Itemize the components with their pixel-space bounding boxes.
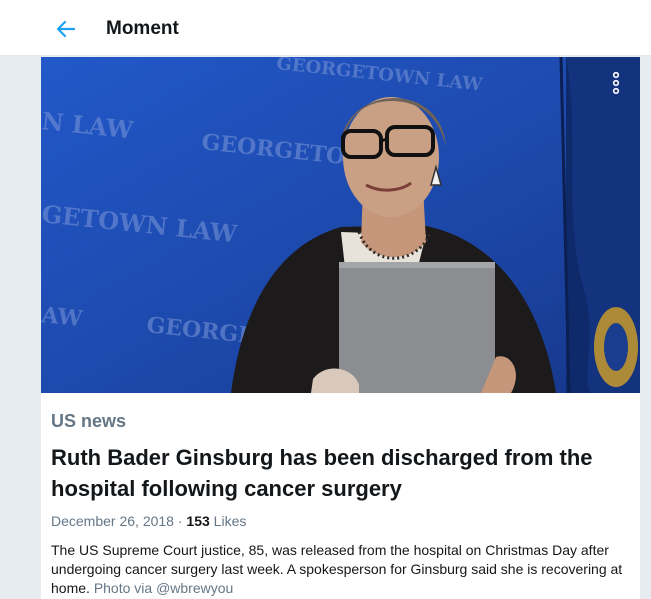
photo-credit[interactable]: Photo via @wbrewyou [94, 580, 234, 596]
top-bar: Moment [0, 0, 651, 56]
arrow-left-icon [56, 20, 76, 38]
more-options-button[interactable] [606, 69, 626, 97]
category-label[interactable]: US news [51, 411, 626, 432]
moment-card: N LAW GEORGETO GETOWN LAW AW GEORGE GEOR… [41, 57, 640, 599]
likes-label[interactable]: Likes [214, 513, 247, 529]
moment-meta: December 26, 2018 · 153 Likes [51, 513, 626, 529]
moment-description: The US Supreme Court justice, 85, was re… [51, 541, 626, 598]
likes-count[interactable]: 153 [186, 513, 209, 529]
moment-body: US news Ruth Bader Ginsburg has been dis… [51, 393, 626, 598]
back-button[interactable] [50, 14, 82, 44]
meta-separator: · [177, 513, 183, 529]
photo-illustration: N LAW GEORGETO GETOWN LAW AW GEORGE GEOR… [41, 57, 640, 393]
page-title: Moment [106, 18, 179, 39]
moment-photo[interactable]: N LAW GEORGETO GETOWN LAW AW GEORGE GEOR… [41, 57, 640, 393]
banner-text: AW [41, 302, 84, 332]
moment-headline[interactable]: Ruth Bader Ginsburg has been discharged … [51, 442, 626, 504]
moment-date: December 26, 2018 [51, 513, 174, 529]
vertical-ellipsis-icon [612, 72, 620, 94]
